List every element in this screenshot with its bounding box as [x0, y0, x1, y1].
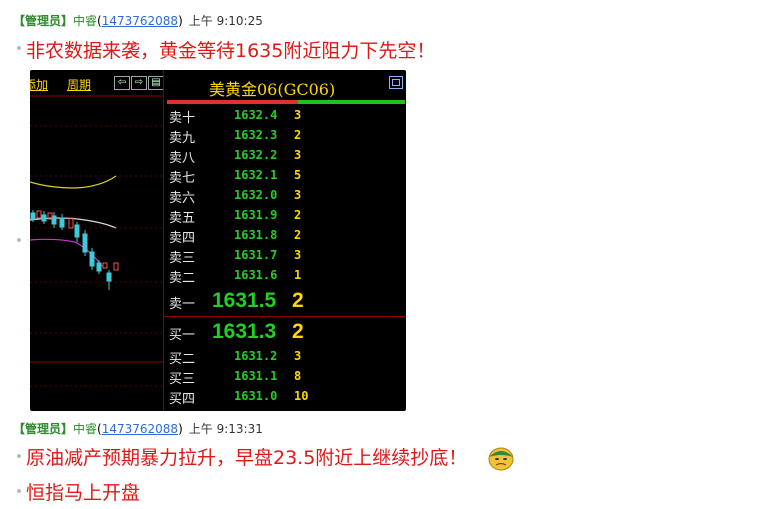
volume-value: 2: [292, 289, 304, 312]
price-value: 1631.3: [212, 320, 277, 343]
price-value: 1631.5: [212, 289, 277, 312]
ask-row: 卖二 1631.6 1: [164, 267, 406, 287]
period-tool-link[interactable]: 周期: [67, 76, 91, 93]
level-label: 买四: [169, 392, 196, 407]
price-value: 1632.0: [234, 188, 278, 202]
price-value: 1631.6: [234, 268, 278, 282]
volume-value: 2: [294, 208, 302, 222]
ask-row: 卖一 1631.5 2: [164, 289, 406, 312]
bid-row: 买四 1631.0 10: [164, 388, 406, 408]
price-value: 1632.4: [234, 108, 278, 122]
level-label: 卖四: [169, 231, 196, 246]
level-label: 卖七: [169, 171, 196, 186]
level-label: 买一: [169, 328, 196, 343]
message-header: 【管理员】中睿(1473762088) 上午 9:10:25: [13, 14, 263, 28]
book-divider: [164, 316, 406, 317]
level-label: 卖六: [169, 191, 196, 206]
sender-name: 中睿: [73, 14, 98, 28]
price-value: 1631.9: [234, 208, 278, 222]
admin-role-tag: 【管理员】: [13, 14, 74, 28]
kline-svg: [30, 95, 163, 387]
admin-role-tag: 【管理员】: [13, 422, 74, 436]
ask-row: 卖四 1631.8 2: [164, 227, 406, 247]
sender-uid-link[interactable]: 1473762088: [102, 14, 178, 28]
message-text: 原油减产预期暴力拉升，早盘23.5附近上继续抄底！: [26, 447, 468, 469]
volume-value: 3: [294, 108, 302, 122]
bullet-icon: [17, 489, 21, 493]
sell-ratio-fill: [167, 100, 298, 104]
contract-title: 美黄金06(GC06): [209, 80, 336, 99]
level-label: 卖九: [169, 131, 196, 146]
candlestick-chart-area: 添加 周期 ⇦ ⇨ ▤: [30, 70, 164, 411]
volume-value: 5: [294, 168, 302, 182]
sender-name: 中睿: [73, 422, 98, 436]
bullet-icon: [17, 238, 21, 242]
volume-value: 1: [294, 268, 302, 282]
price-value: 1632.1: [234, 168, 278, 182]
message-text: 恒指马上开盘: [26, 482, 141, 504]
sick-face-emoji-icon: [488, 447, 514, 471]
order-book-panel: 美黄金06(GC06) 卖十 1632.4 3 卖九 1632.3 2 卖八 1632.2 3 卖…: [163, 70, 406, 411]
message-header: 【管理员】中睿(1473762088) 上午 9:13:31: [13, 422, 263, 436]
price-value: 1631.7: [234, 248, 278, 262]
bid-row: 买二 1631.2 3: [164, 348, 406, 368]
trading-screenshot[interactable]: 添加 周期 ⇦ ⇨ ▤ 美黄金06(GC06) 卖十 1632.4 3 卖九 1…: [30, 70, 406, 411]
volume-value: 2: [294, 228, 302, 242]
price-value: 1631.8: [234, 228, 278, 242]
bullet-icon: [17, 46, 21, 50]
ask-row: 卖三 1631.7 3: [164, 247, 406, 267]
level-label: 卖二: [169, 271, 196, 286]
ask-row: 卖五 1631.9 2: [164, 207, 406, 227]
volume-value: 3: [294, 148, 302, 162]
volume-value: 2: [294, 128, 302, 142]
volume-value: 2: [292, 320, 304, 343]
ask-row: 卖十 1632.4 3: [164, 107, 406, 127]
ask-row: 卖六 1632.0 3: [164, 187, 406, 207]
message-time: 上午 9:10:25: [188, 14, 263, 28]
arrow-right-icon[interactable]: ⇨: [131, 76, 147, 90]
menu-icon[interactable]: ▤: [148, 76, 164, 90]
level-label: 卖十: [169, 111, 196, 126]
level-label: 卖五: [169, 211, 196, 226]
price-value: 1631.0: [234, 389, 278, 403]
buy-ratio-fill: [297, 100, 405, 104]
level-label: 卖三: [169, 251, 196, 266]
ask-row: 卖七 1632.1 5: [164, 167, 406, 187]
message-time: 上午 9:13:31: [188, 422, 263, 436]
bullet-icon: [17, 454, 21, 458]
ask-row: 卖八 1632.2 3: [164, 147, 406, 167]
volume-value: 10: [294, 389, 309, 403]
volume-value: 3: [294, 188, 302, 202]
volume-value: 3: [294, 248, 302, 262]
window-toggle-icon[interactable]: [389, 76, 403, 89]
buy-sell-ratio-bar: [167, 100, 405, 104]
volume-value: 3: [294, 349, 302, 363]
ask-row: 卖九 1632.3 2: [164, 127, 406, 147]
bid-row: 买三 1631.1 8: [164, 368, 406, 388]
sender-uid-link[interactable]: 1473762088: [102, 422, 178, 436]
price-value: 1631.2: [234, 349, 278, 363]
level-label: 卖一: [169, 297, 196, 312]
level-label: 买三: [169, 372, 196, 387]
arrow-left-icon[interactable]: ⇦: [114, 76, 130, 90]
message-text: 非农数据来袭，黄金等待1635附近阻力下先空！: [26, 40, 436, 62]
add-tool-link[interactable]: 添加: [30, 76, 48, 93]
volume-value: 8: [294, 369, 302, 383]
price-value: 1632.3: [234, 128, 278, 142]
level-label: 买二: [169, 352, 196, 367]
bid-row: 买一 1631.3 2: [164, 320, 406, 343]
level-label: 卖八: [169, 151, 196, 166]
price-value: 1631.1: [234, 369, 278, 383]
price-value: 1632.2: [234, 148, 278, 162]
